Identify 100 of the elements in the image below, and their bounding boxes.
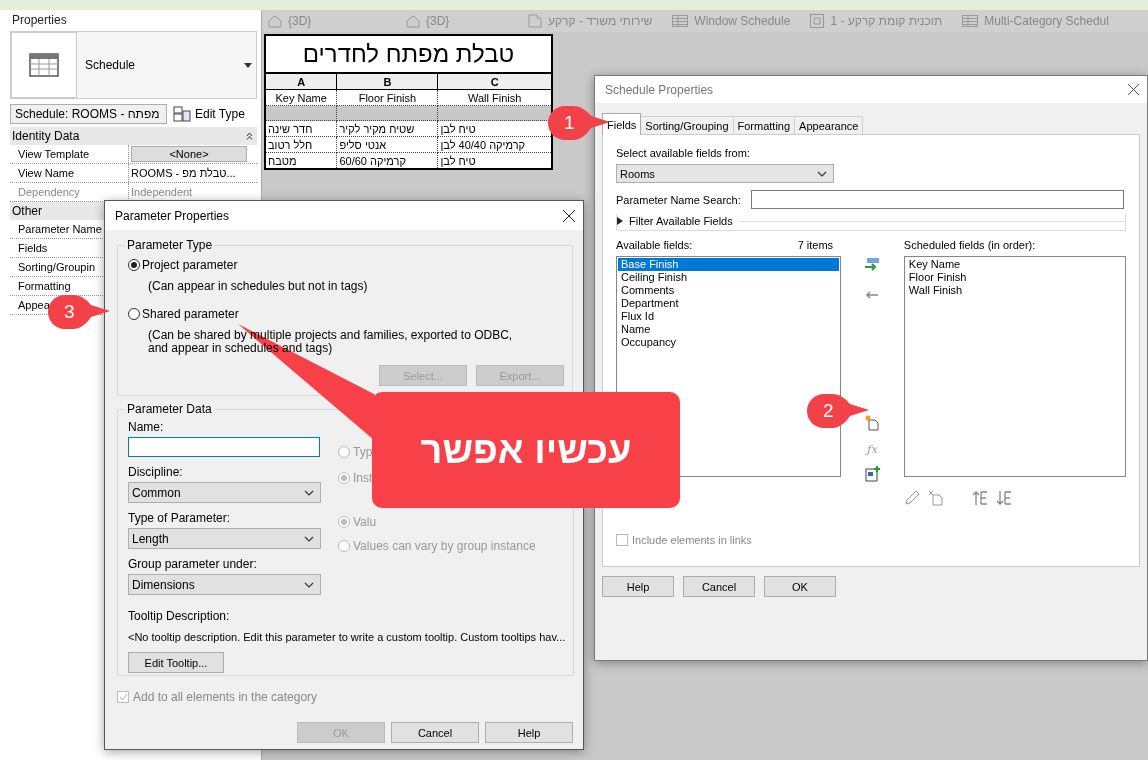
group-title: Parameter Type [126, 238, 214, 252]
list-item[interactable]: Ceiling Finish [618, 271, 840, 284]
close-icon[interactable] [563, 209, 575, 222]
edit-type-button[interactable]: Edit Type [173, 106, 245, 122]
property-value: ROOMS - טבלת מפ... [128, 164, 257, 182]
property-button[interactable]: <None> [131, 146, 247, 162]
chevron-down-icon [304, 535, 314, 542]
list-item[interactable]: Wall Finish [905, 284, 1124, 297]
property-label: Appea [17, 298, 50, 313]
group-header[interactable]: Identity Data [10, 127, 257, 145]
checkbox-label: Include elements in links [632, 534, 752, 546]
step-number: 2 [823, 400, 834, 422]
table-icon [962, 15, 979, 27]
field-label: Select available fields from: [616, 147, 750, 159]
dialog-button[interactable]: Cancel [683, 576, 755, 597]
table-cell: חלל רטוב [265, 136, 337, 153]
table-icon [672, 15, 689, 27]
dialog-button[interactable]: Help [485, 722, 573, 743]
table-icon [29, 53, 59, 77]
panel-title: Properties [11, 12, 68, 29]
pencil-icon[interactable] [903, 490, 920, 506]
tab[interactable]: Sorting/Grouping [640, 116, 734, 134]
list-item[interactable]: Base Finish [618, 258, 840, 271]
field-label: Tooltip Description: [128, 609, 231, 623]
dialog-button[interactable]: Cancel [391, 722, 479, 743]
radio-label[interactable]: Shared parameter [142, 307, 239, 321]
dialog-button[interactable]: Help [602, 576, 674, 597]
list-item[interactable]: Comments [618, 284, 840, 297]
close-icon[interactable] [1128, 84, 1139, 95]
checkbox[interactable] [616, 534, 628, 546]
property-label: Sorting/Groupin [17, 260, 96, 275]
radio-label[interactable]: Project parameter [142, 258, 238, 272]
dialog-title: Schedule Properties [605, 82, 714, 97]
table-cell: שטיח מקיר לקיר [336, 120, 438, 137]
radio-button[interactable] [338, 472, 350, 484]
field-label: Name: [128, 420, 165, 434]
field-label: Scheduled fields (in order): [903, 239, 1037, 251]
list-item[interactable]: Name [618, 323, 840, 336]
plan-icon [528, 14, 542, 28]
type-selector[interactable]: Schedule [10, 31, 257, 99]
chevron-down-icon [304, 489, 314, 496]
radio-button[interactable] [338, 446, 350, 458]
delete-parameter-icon[interactable] [927, 490, 944, 506]
table-cell: קרמיקה 40/40 לבן [437, 136, 552, 153]
new-parameter-icon[interactable] [864, 415, 881, 431]
property-label: Fields [17, 241, 48, 256]
step-number: 1 [564, 112, 575, 134]
list-item[interactable]: Key Name [905, 258, 1124, 271]
list-item[interactable]: Department [618, 297, 840, 310]
expand-icon[interactable] [617, 217, 623, 225]
radio-button[interactable] [128, 259, 140, 271]
field-label: Parameter Name Search: [616, 193, 741, 206]
dialog-title: Parameter Properties [115, 208, 230, 223]
field-label: Discipline: [128, 465, 184, 479]
list-item[interactable]: Floor Finish [905, 271, 1124, 284]
floor-plan-icon [810, 14, 825, 28]
table-cell: חדר שינה [265, 120, 337, 137]
group-title: Parameter Data [126, 402, 213, 416]
property-label: View Name [17, 166, 75, 181]
combine-parameters-icon[interactable] [864, 466, 881, 482]
tab[interactable]: Fields [602, 113, 642, 135]
tab[interactable]: Formatting [732, 116, 796, 134]
list-item[interactable]: Flux Id [618, 310, 840, 323]
property-label: Parameter Name [17, 222, 102, 237]
chevron-down-icon [817, 170, 827, 177]
checkbox-label: Add to all elements in the category [133, 690, 318, 704]
list-item[interactable]: Occupancy [618, 336, 840, 349]
tab[interactable]: Appearance [794, 116, 864, 134]
property-label: Dependency [17, 185, 80, 200]
search-field[interactable] [750, 190, 1124, 209]
edit-type-icon [173, 106, 191, 122]
dialog-button[interactable]: OK [764, 576, 836, 597]
edit-tooltip-button[interactable]: Edit Tooltip... [128, 652, 224, 673]
column-header: Key Name [265, 89, 337, 106]
filter-label[interactable]: Filter Available Fields [629, 215, 733, 227]
move-up-icon[interactable] [971, 490, 988, 506]
property-label: View Template [17, 147, 90, 162]
radio-button[interactable] [338, 516, 350, 528]
option-description: (Can appear in schedules but not in tags) [148, 280, 369, 293]
add-field-icon[interactable] [864, 257, 881, 273]
dropdown[interactable]: Common [128, 482, 321, 503]
radio-button[interactable] [128, 308, 140, 320]
checkbox[interactable] [117, 691, 129, 703]
dropdown[interactable]: Length [128, 528, 321, 549]
item-count: 7 items [797, 239, 834, 251]
property-label: Formatting [17, 279, 71, 294]
collapse-icon [246, 132, 253, 140]
table-cell: אנטי סליפ [336, 136, 438, 153]
column-header: Floor Finish [336, 89, 438, 106]
name-field[interactable] [128, 437, 320, 457]
schedule-title: טבלת מפתח לחדרים [265, 35, 552, 73]
step-number: 3 [64, 301, 75, 323]
move-down-icon[interactable] [995, 490, 1012, 506]
tooltip-text: <No tooltip description. Edit this parameter to write a custom tooltip. Custom tooltips hav... [128, 631, 566, 643]
dropdown[interactable]: Dimensions [128, 574, 321, 595]
category-dropdown[interactable]: Rooms [616, 164, 834, 183]
view-dropdown[interactable]: Schedule: ROOMS - מפתח [10, 104, 167, 124]
field-label: Available fields: [616, 239, 693, 251]
house-icon [406, 14, 420, 28]
radio-button[interactable] [338, 540, 350, 552]
